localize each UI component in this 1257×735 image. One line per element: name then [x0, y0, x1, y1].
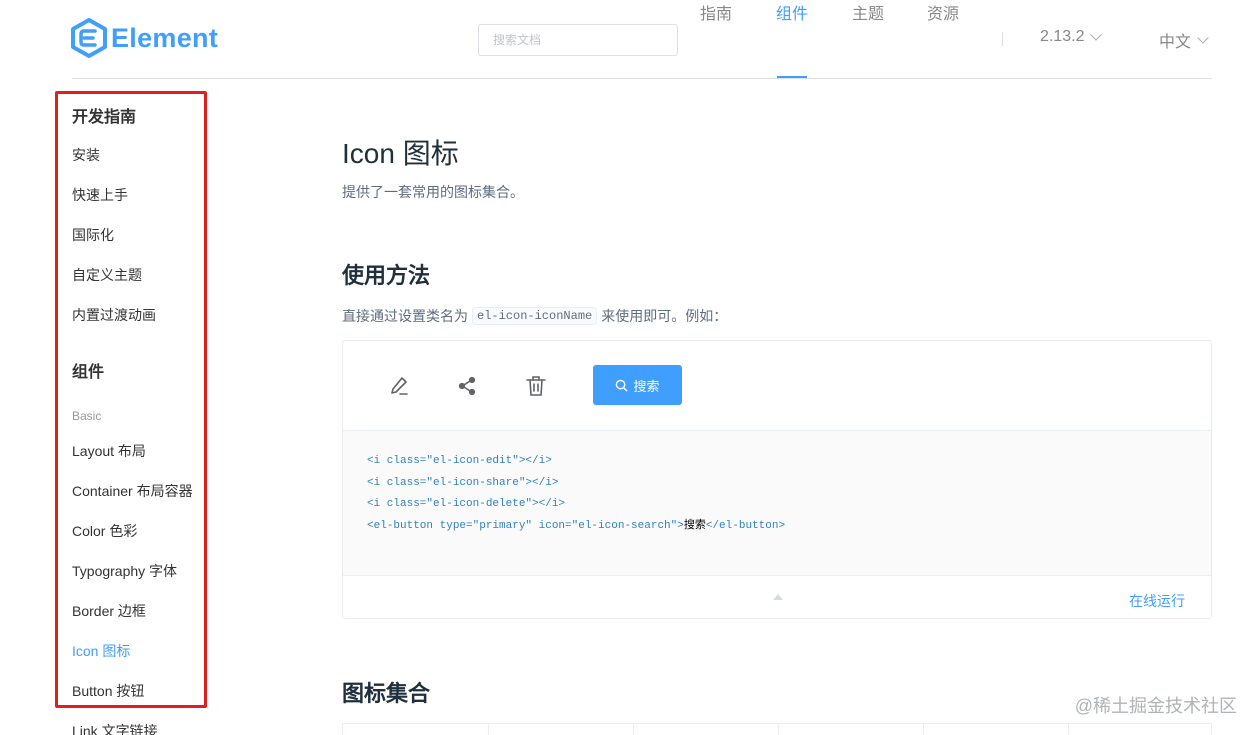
sidebar-item-install[interactable]: 安装 — [72, 145, 100, 165]
nav-separator — [1002, 32, 1003, 46]
sidebar-group-guide: 开发指南 — [72, 109, 137, 126]
run-online-link[interactable]: 在线运行 — [1129, 591, 1185, 611]
code-line: <el-button type="primary" icon="el-icon-… — [367, 516, 1187, 538]
edit-icon[interactable] — [387, 374, 411, 398]
language-label: 中文 — [1159, 34, 1192, 51]
demo-block: 搜索 <i class="el-icon-edit"></i> <i class… — [342, 340, 1212, 619]
usage-inline-code: el-icon-iconName — [472, 307, 598, 325]
search-input[interactable] — [478, 24, 678, 56]
sidebar-item-custom-theme[interactable]: 自定义主题 — [72, 265, 142, 285]
search-button-label: 搜索 — [633, 378, 660, 394]
sidebar-item-color[interactable]: Color 色彩 — [72, 521, 137, 541]
code-line: <i class="el-icon-delete"></i> — [367, 494, 1187, 516]
sidebar-item-i18n[interactable]: 国际化 — [72, 225, 114, 245]
icon-grid-divider — [778, 723, 779, 735]
code-tag: <i class="el-icon-share"></i> — [367, 476, 559, 489]
nav-resource[interactable]: 资源 — [927, 0, 959, 24]
element-logo-icon — [71, 18, 107, 58]
icon-grid-divider — [1068, 723, 1069, 735]
code-text: 搜索 — [683, 519, 706, 532]
sidebar-group-components: 组件 — [72, 364, 105, 381]
demo-code-block: <i class="el-icon-edit"></i> <i class="e… — [343, 430, 1211, 575]
delete-icon[interactable] — [524, 374, 548, 398]
search-icon — [616, 379, 629, 392]
sidebar-item-icon[interactable]: Icon 图标 — [72, 641, 130, 661]
demo-source: 搜索 — [343, 341, 1211, 430]
usage-text-after: 来使用即可。例如： — [601, 308, 728, 324]
code-tag: <el-button type="primary" icon="el-icon-… — [367, 519, 684, 532]
sidebar-item-button[interactable]: Button 按钮 — [72, 681, 144, 701]
icon-grid — [342, 723, 1212, 735]
version-label: 2.13.2 — [1040, 28, 1085, 45]
version-dropdown[interactable]: 2.13.2 — [1040, 28, 1103, 46]
icon-grid-divider — [923, 723, 924, 735]
logo-text: Element — [111, 22, 219, 53]
nav-theme[interactable]: 主题 — [852, 0, 884, 24]
code-line: <i class="el-icon-share"></i> — [367, 473, 1187, 495]
header-divider — [72, 78, 1212, 79]
caret-up-icon[interactable] — [773, 594, 783, 600]
icon-grid-divider — [1211, 723, 1212, 735]
sidebar-item-quickstart[interactable]: 快速上手 — [72, 185, 128, 205]
sidebar-item-layout[interactable]: Layout 布局 — [72, 441, 146, 461]
demo-control-bar[interactable]: 在线运行 — [343, 575, 1211, 618]
icon-grid-divider — [488, 723, 489, 735]
search-button[interactable]: 搜索 — [593, 365, 682, 405]
page-description: 提供了一套常用的图标集合。 — [342, 184, 524, 200]
icon-grid-divider — [633, 723, 634, 735]
share-icon[interactable] — [455, 374, 479, 398]
sidebar-item-typography[interactable]: Typography 字体 — [72, 561, 177, 581]
chevron-down-icon — [1090, 29, 1103, 41]
sidebar-item-transition[interactable]: 内置过渡动画 — [72, 305, 156, 325]
icon-collection-heading: 图标集合 — [342, 681, 431, 706]
usage-heading: 使用方法 — [342, 263, 431, 288]
usage-description: 直接通过设置类名为 el-icon-iconName 来使用即可。例如： — [342, 306, 727, 326]
watermark: @稀土掘金技术社区 — [1074, 696, 1237, 716]
page-title: Icon 图标 — [342, 138, 459, 169]
element-logo[interactable]: Element — [71, 18, 218, 58]
code-line: <i class="el-icon-edit"></i> — [367, 451, 1187, 473]
nav-guide[interactable]: 指南 — [700, 0, 732, 24]
chevron-down-icon — [1197, 32, 1209, 44]
usage-text-before: 直接通过设置类名为 — [342, 308, 468, 324]
nav-component[interactable]: 组件 — [776, 0, 808, 24]
sidebar-item-border[interactable]: Border 边框 — [72, 601, 146, 621]
language-dropdown[interactable]: 中文 — [1159, 28, 1209, 52]
sidebar-item-link[interactable]: Link 文字链接 — [72, 721, 158, 735]
sidebar-subgroup-basic: Basic — [72, 409, 102, 423]
code-tag: <i class="el-icon-delete"></i> — [367, 498, 566, 510]
sidebar-item-container[interactable]: Container 布局容器 — [72, 481, 193, 501]
code-tag: <i class="el-icon-edit"></i> — [367, 455, 552, 467]
top-header: Element 指南 组件 主题 资源 2.13.2 中文 — [0, 0, 1257, 80]
code-tag: </el-button> — [705, 519, 786, 532]
